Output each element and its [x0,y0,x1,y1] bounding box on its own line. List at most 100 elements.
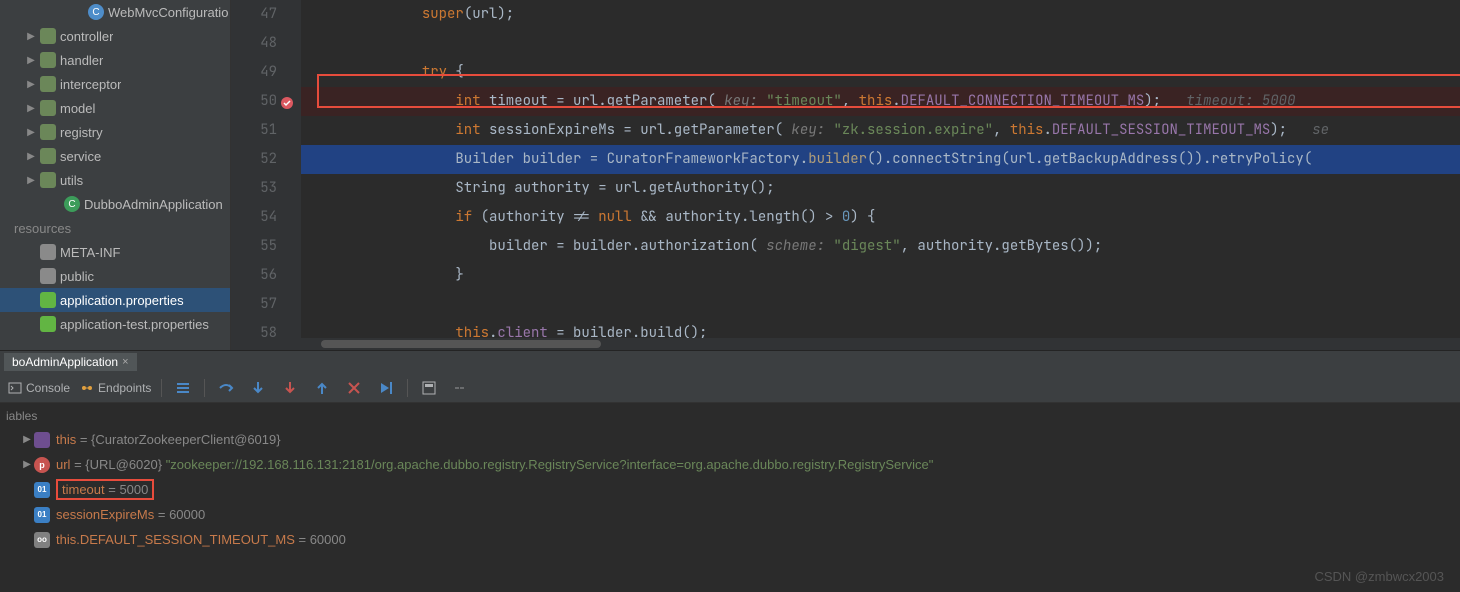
var-value: = {URL@6020} [70,457,165,472]
line-number[interactable]: 56 [231,261,277,290]
tree-item-label: interceptor [60,77,121,92]
expand-arrow-icon[interactable]: ▶ [26,151,36,162]
code-lines[interactable]: super(url); try { int timeout = url.getP… [301,0,1460,338]
line-number[interactable]: 47 [231,0,277,29]
line-number[interactable]: 53 [231,174,277,203]
tree-item-label: utils [60,173,83,188]
code-line[interactable]: int timeout = url.getParameter( key: "ti… [301,87,1460,116]
line-number[interactable]: 51 [231,116,277,145]
force-step-into-icon[interactable] [279,377,301,399]
variable-row[interactable]: ▶this = {CuratorZookeeperClient@6019} [6,427,1454,452]
code-line[interactable]: try { [301,58,1460,87]
variables-pane[interactable]: iables ▶this = {CuratorZookeeperClient@6… [0,403,1460,592]
evaluate-icon[interactable] [418,377,440,399]
dir-icon [40,268,56,284]
tree-item[interactable]: application.properties [0,288,230,312]
prop-icon [40,292,56,308]
pkg-icon [40,52,56,68]
step-out-icon[interactable] [311,377,333,399]
close-icon[interactable]: × [122,356,128,368]
code-line[interactable]: this.client = builder.build(); [301,319,1460,338]
variable-row[interactable]: oothis.DEFAULT_SESSION_TIMEOUT_MS = 6000… [6,527,1454,552]
stack-icon[interactable] [172,377,194,399]
horizontal-scrollbar[interactable] [231,338,1460,350]
tree-item[interactable]: ▶ interceptor [0,72,230,96]
line-number[interactable]: 58 [231,319,277,338]
trace-icon[interactable] [450,377,472,399]
tree-item[interactable]: ▶controller [0,24,230,48]
tree-item[interactable]: resources [0,216,230,240]
code-line[interactable]: } [301,261,1460,290]
expand-arrow-icon[interactable]: ▶ [20,459,34,470]
code-line[interactable]: String authority = url.getAuthority(); [301,174,1460,203]
var-type-icon: p [34,457,50,473]
tree-item[interactable]: META-INF [0,240,230,264]
prop-icon [40,316,56,332]
tree-item[interactable]: public [0,264,230,288]
tree-item-label: DubboAdminApplication [84,197,223,212]
tree-item[interactable]: ▶ utils [0,168,230,192]
tree-item[interactable]: ▶service [0,144,230,168]
line-number[interactable]: 50 [231,87,277,116]
code-line[interactable] [301,29,1460,58]
step-into-icon[interactable] [247,377,269,399]
debug-toolbar: Console Endpoints [0,373,1460,403]
step-over-icon[interactable] [215,377,237,399]
code-line[interactable] [301,290,1460,319]
code-line[interactable]: Builder builder = CuratorFrameworkFactor… [301,145,1460,174]
dir-icon [40,244,56,260]
debug-run-tabs[interactable]: boAdminApplication × [0,351,1460,373]
variable-row[interactable]: 01timeout = 5000 [6,477,1454,502]
watermark: CSDN @zmbwcx2003 [1314,569,1444,584]
gutter[interactable]: 474849505152535455565758 [231,0,301,338]
expand-arrow-icon[interactable]: ▶ [20,434,34,445]
code-line[interactable]: builder = builder.authorization( scheme:… [301,232,1460,261]
breakpoint-icon[interactable] [279,93,295,109]
drop-frame-icon[interactable] [343,377,365,399]
expand-arrow-icon[interactable]: ▶ [26,55,36,66]
pkg-icon [40,148,56,164]
run-to-cursor-icon[interactable] [375,377,397,399]
line-number[interactable]: 49 [231,58,277,87]
tree-item[interactable]: ▶registry [0,120,230,144]
variable-row[interactable]: ▶purl = {URL@6020} "zookeeper://192.168.… [6,452,1454,477]
code-line[interactable]: if (authority != null && authority.lengt… [301,203,1460,232]
code-editor[interactable]: 474849505152535455565758 super(url); try… [231,0,1460,350]
var-name: this [56,432,76,447]
variable-row[interactable]: 01sessionExpireMs = 60000 [6,502,1454,527]
code-line[interactable]: super(url); [301,0,1460,29]
line-number[interactable]: 54 [231,203,277,232]
endpoints-tab[interactable]: Endpoints [80,377,151,399]
separator [161,379,162,397]
line-number[interactable]: 55 [231,232,277,261]
tree-item[interactable]: ▶ handler [0,48,230,72]
tree-item-label: handler [60,53,103,68]
tree-item[interactable]: CWebMvcConfiguratio [0,0,230,24]
tree-item[interactable]: ▶ model [0,96,230,120]
debug-panel: boAdminApplication × Console Endpoints i… [0,350,1460,592]
expand-arrow-icon[interactable]: ▶ [26,79,36,90]
expand-arrow-icon[interactable]: ▶ [26,175,36,186]
tree-item-label: application-test.properties [60,317,209,332]
var-name: this.DEFAULT_SESSION_TIMEOUT_MS [56,532,295,547]
code-line[interactable]: int sessionExpireMs = url.getParameter( … [301,116,1460,145]
separator [407,379,408,397]
tree-item-label: WebMvcConfiguratio [108,5,228,20]
run-tab[interactable]: boAdminApplication × [4,353,137,371]
tree-item-label: model [60,101,95,116]
line-number[interactable]: 57 [231,290,277,319]
var-type-icon: oo [34,532,50,548]
line-number[interactable]: 52 [231,145,277,174]
console-tab[interactable]: Console [8,377,70,399]
expand-arrow-icon[interactable]: ▶ [26,31,36,42]
tree-item[interactable]: application-test.properties [0,312,230,336]
tree-item-label: public [60,269,94,284]
variables-header: iables [6,407,1454,427]
scrollbar-thumb[interactable] [321,340,601,348]
expand-arrow-icon[interactable]: ▶ [26,127,36,138]
var-value: = 60000 [154,507,205,522]
project-tree[interactable]: CWebMvcConfiguratio▶controller▶handler▶i… [0,0,231,350]
tree-item[interactable]: CDubboAdminApplication [0,192,230,216]
expand-arrow-icon[interactable]: ▶ [26,103,36,114]
line-number[interactable]: 48 [231,29,277,58]
